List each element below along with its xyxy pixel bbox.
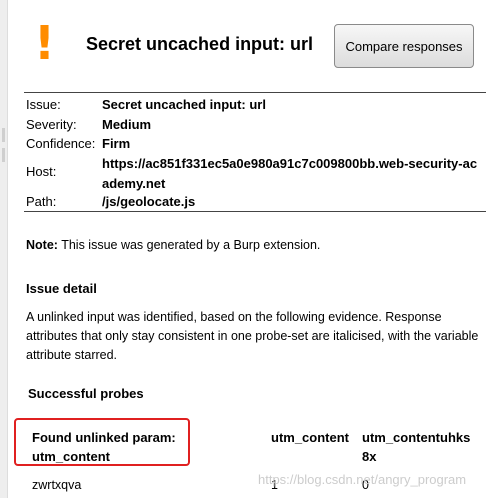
probe-row-label: zwrtxqva: [32, 478, 82, 492]
probe-col1-header: utm_content: [271, 430, 349, 445]
watermark: https://blog.csdn.net/angry_program: [258, 472, 467, 487]
meta-value: Secret uncached input: url: [102, 97, 266, 112]
note-text: This issue was generated by a Burp exten…: [61, 238, 321, 252]
meta-label: Severity:: [26, 117, 77, 132]
highlight-annotation-box: [14, 418, 190, 466]
meta-label: Host:: [26, 164, 57, 179]
probe-col2-value: 8x: [362, 449, 377, 464]
issue-detail-heading: Issue detail: [26, 281, 97, 296]
rail-tick: [2, 128, 5, 142]
note-label: Note:: [26, 238, 58, 252]
rail-tick: [2, 148, 5, 162]
meta-value: Medium: [102, 117, 152, 132]
issue-header: ! Secret uncached input: url Compare res…: [0, 0, 494, 92]
meta-label: Confidence:: [26, 136, 96, 151]
extension-note: Note: This issue was generated by a Burp…: [26, 238, 320, 252]
meta-label: Issue:: [26, 97, 61, 112]
meta-value: https://ac851f331ec5a0e980a91c7c009800bb…: [102, 156, 478, 191]
meta-value: Firm: [102, 136, 131, 151]
issue-detail-text: A unlinked input was identified, based o…: [26, 310, 479, 362]
issue-title: Secret uncached input: url: [86, 34, 314, 54]
exclamation-warning-icon: !: [34, 16, 55, 70]
compare-responses-button[interactable]: Compare responses: [334, 24, 474, 68]
meta-value: /js/geolocate.js: [102, 194, 196, 209]
probe-col2-header: utm_contentuhks: [362, 430, 471, 445]
meta-label: Path:: [26, 194, 57, 209]
issue-meta-table: Issue: Secret uncached input: url Severi…: [24, 92, 486, 212]
successful-probes-heading: Successful probes: [28, 386, 144, 401]
